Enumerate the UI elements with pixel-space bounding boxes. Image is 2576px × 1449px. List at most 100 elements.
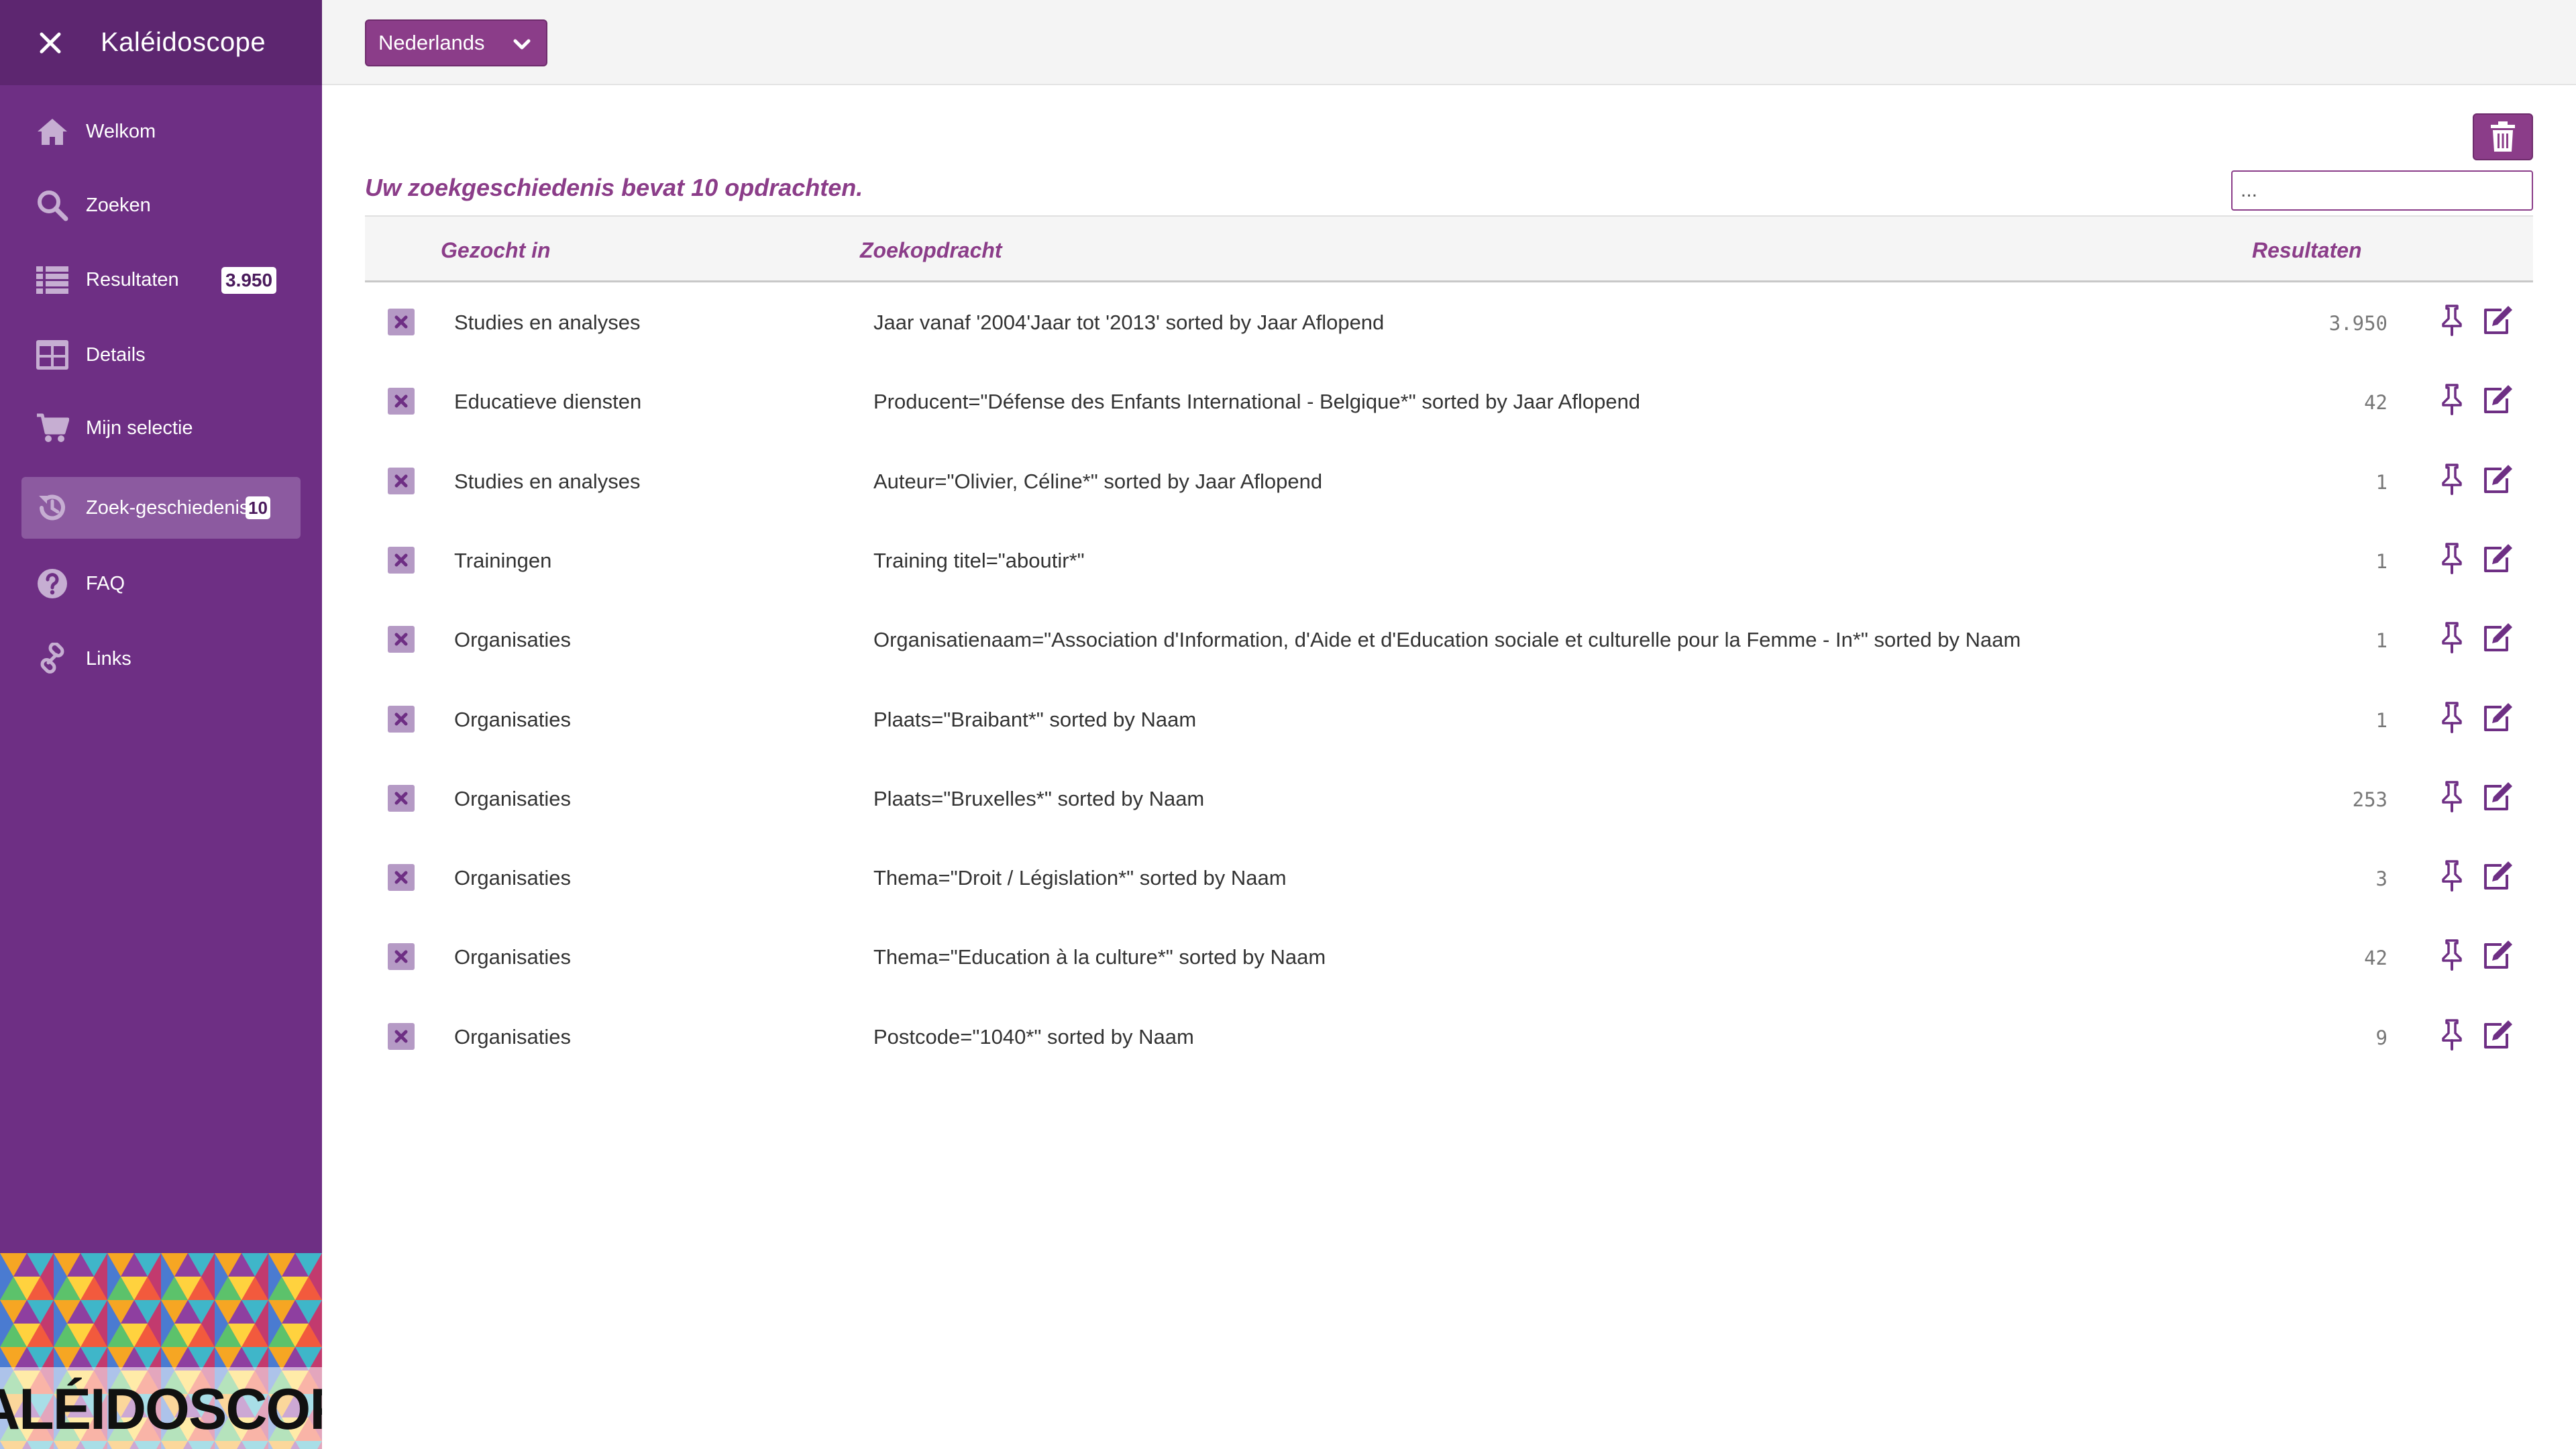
remove-row-button[interactable]: [388, 547, 415, 574]
row-query: Plaats="Bruxelles*" sorted by Naam: [873, 787, 1205, 810]
sidebar-item-label: Links: [86, 647, 131, 669]
row-query: Thema="Education à la culture*" sorted b…: [873, 945, 1326, 969]
top-bar: Nederlands: [322, 0, 2576, 85]
edit-icon: [2484, 465, 2512, 493]
clear-history-button[interactable]: [2473, 113, 2533, 160]
pin-button[interactable]: [2433, 777, 2471, 815]
edit-button[interactable]: [2479, 936, 2516, 973]
trash-icon: [2491, 121, 2515, 152]
history-filter-input[interactable]: [2231, 170, 2533, 211]
table-row: Organisaties Thema="Education à la cultur…: [365, 917, 2533, 996]
pin-icon: [2442, 702, 2462, 733]
row-result-count: 42: [2364, 947, 2387, 969]
row-domain: Studies en analyses: [454, 311, 641, 334]
results-count-badge: 3.950: [221, 267, 277, 294]
edit-button[interactable]: [2479, 301, 2516, 339]
remove-row-button[interactable]: [388, 468, 415, 494]
edit-icon: [2484, 1020, 2512, 1049]
close-sidebar-button[interactable]: [0, 0, 101, 85]
row-query: Producent="Défense des Enfants Internati…: [873, 390, 1641, 413]
pin-button[interactable]: [2433, 460, 2471, 498]
pin-icon: [2442, 781, 2462, 812]
pin-button[interactable]: [2433, 1016, 2471, 1053]
row-query: Organisatienaam="Association d'Informati…: [873, 628, 2021, 651]
sidebar-item-label: Mijn selectie: [86, 417, 193, 439]
close-icon: [394, 394, 408, 408]
sidebar-item-zoeken[interactable]: Zoeken: [21, 174, 301, 236]
row-query: Thema="Droit / Législation*" sorted by N…: [873, 866, 1287, 890]
close-icon: [394, 553, 408, 567]
row-domain: Organisaties: [454, 787, 572, 810]
close-icon: [394, 871, 408, 884]
remove-row-button[interactable]: [388, 1023, 415, 1050]
pin-button[interactable]: [2433, 619, 2471, 656]
remove-row-button[interactable]: [388, 706, 415, 733]
language-select[interactable]: Nederlands: [365, 19, 547, 66]
remove-row-button[interactable]: [388, 864, 415, 891]
sidebar-item-label: Welkom: [86, 120, 156, 142]
edit-icon: [2484, 703, 2512, 731]
sidebar-item-welkom[interactable]: Welkom: [21, 101, 301, 162]
pin-icon: [2442, 860, 2462, 892]
pin-button[interactable]: [2433, 301, 2471, 339]
row-result-count: 1: [2375, 550, 2387, 573]
sidebar-item-label: FAQ: [86, 572, 125, 594]
row-result-count: 1: [2375, 629, 2387, 652]
edit-button[interactable]: [2479, 857, 2516, 894]
edit-button[interactable]: [2479, 777, 2516, 815]
pin-button[interactable]: [2433, 698, 2471, 736]
logo-text: KALÉIDOSCOPE: [0, 1377, 322, 1442]
sidebar-item-details[interactable]: Details: [21, 324, 301, 386]
grid-icon: [35, 337, 70, 372]
edit-icon: [2484, 861, 2512, 890]
row-domain: Trainingen: [454, 549, 552, 572]
remove-row-button[interactable]: [388, 785, 415, 812]
close-icon: [394, 633, 408, 646]
language-select-value: Nederlands: [378, 31, 485, 54]
pin-icon: [2442, 939, 2462, 971]
close-icon: [394, 950, 408, 963]
close-icon: [394, 474, 408, 488]
edit-icon: [2484, 941, 2512, 969]
edit-button[interactable]: [2479, 698, 2516, 736]
close-icon: [394, 792, 408, 805]
table-row: Studies en analyses Auteur="Olivier, Céli…: [365, 441, 2533, 521]
row-domain: Studies en analyses: [454, 470, 641, 493]
table-row: Organisaties Plaats="Braibant*" sorted by…: [365, 680, 2533, 759]
sidebar: Kaléidoscope Welkom Zoeken Resultaten 3.…: [0, 0, 322, 1449]
pin-button[interactable]: [2433, 857, 2471, 894]
edit-button[interactable]: [2479, 380, 2516, 418]
column-header-query: Zoekopdracht: [860, 238, 1002, 262]
sidebar-item-zoek-geschiedenis[interactable]: Zoek-geschiedenis 10: [21, 477, 301, 539]
remove-row-button[interactable]: [388, 309, 415, 335]
kaleidoscope-logo: KALÉIDOSCOPE: [0, 1253, 322, 1449]
main-content: Uw zoekgeschiedenis bevat 10 opdrachten.…: [322, 87, 2576, 1449]
remove-row-button[interactable]: [388, 388, 415, 415]
pin-icon: [2442, 1019, 2462, 1051]
row-domain: Organisaties: [454, 628, 572, 651]
pin-button[interactable]: [2433, 936, 2471, 973]
sidebar-item-faq[interactable]: FAQ: [21, 553, 301, 614]
table-row: Organisaties Thema="Droit / Législation*"…: [365, 838, 2533, 917]
edit-button[interactable]: [2479, 460, 2516, 498]
pin-icon: [2442, 305, 2462, 336]
pin-button[interactable]: [2433, 539, 2471, 577]
remove-row-button[interactable]: [388, 626, 415, 653]
chevron-down-icon: [513, 39, 531, 50]
pin-icon: [2442, 384, 2462, 415]
table-row: Organisaties Plaats="Bruxelles*" sorted b…: [365, 759, 2533, 838]
row-result-count: 1: [2375, 709, 2387, 732]
column-header-domain: Gezocht in: [441, 238, 551, 262]
edit-button[interactable]: [2479, 1016, 2516, 1053]
sidebar-item-mijn-selectie[interactable]: Mijn selectie: [21, 397, 301, 459]
sidebar-item-resultaten[interactable]: Resultaten 3.950: [21, 249, 301, 311]
close-icon: [40, 32, 61, 53]
row-query: Jaar vanaf '2004'Jaar tot '2013' sorted …: [873, 311, 1385, 334]
edit-button[interactable]: [2479, 619, 2516, 656]
sidebar-item-label: Resultaten: [86, 268, 179, 290]
sidebar-item-links[interactable]: Links: [21, 628, 301, 690]
remove-row-button[interactable]: [388, 943, 415, 970]
pin-button[interactable]: [2433, 380, 2471, 418]
pin-icon: [2442, 464, 2462, 495]
edit-button[interactable]: [2479, 539, 2516, 577]
